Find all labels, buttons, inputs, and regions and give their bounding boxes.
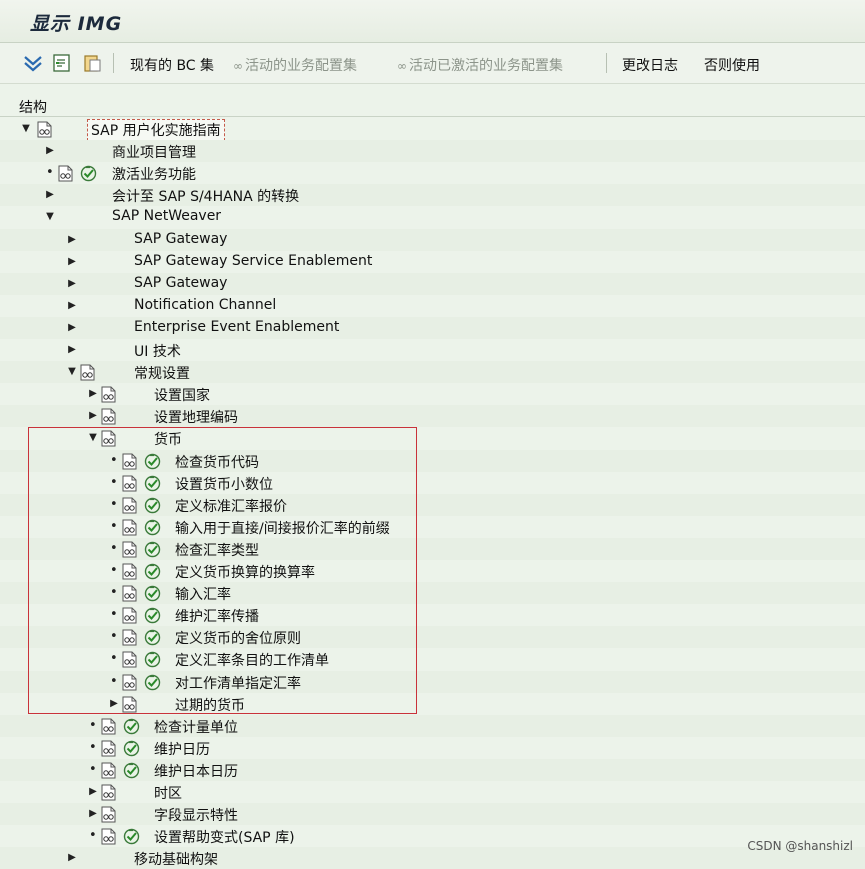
glasses-icon: ∞ <box>233 59 243 73</box>
tree-node[interactable]: ▶ 字段显示特性 <box>0 803 865 825</box>
expand-triangle-icon[interactable]: ▶ <box>87 405 99 427</box>
node-bullet: • <box>89 740 97 755</box>
tree-node[interactable]: ▶ SAP Gateway Service Enablement <box>0 251 865 273</box>
tree-node-label[interactable]: 设置国家 <box>154 385 210 405</box>
tree-node-label[interactable]: 移动基础构架 <box>134 849 218 869</box>
tree-node-label[interactable]: 激活业务功能 <box>112 164 196 184</box>
toolbar: 现有的 BC 集 ∞ 活动的业务配置集 ∞ 活动已激活的业务配置集 更改日志 否则使… <box>0 43 865 84</box>
expand-triangle-icon[interactable]: ▶ <box>44 184 56 206</box>
structure-header: 结构 <box>0 94 865 117</box>
existing-bc-sets-button[interactable]: 现有的 BC 集 <box>130 55 214 75</box>
expand-triangle-icon[interactable]: ▶ <box>66 229 78 251</box>
tree-node-label[interactable]: SAP Gateway <box>134 275 227 291</box>
documentation-icon[interactable] <box>101 828 116 845</box>
tree-node[interactable]: ▼ SAP 用户化实施指南 <box>0 118 865 141</box>
documentation-icon[interactable] <box>37 121 52 138</box>
paste-icon[interactable] <box>82 53 102 73</box>
documentation-icon[interactable] <box>101 806 116 823</box>
tree-node-label[interactable]: UI 技术 <box>134 341 181 361</box>
node-bullet: • <box>89 762 97 777</box>
structure-label: 结构 <box>19 100 47 116</box>
tree-node[interactable]: ▶ 设置地理编码 <box>0 405 865 427</box>
tree-node[interactable]: • 维护日历 <box>0 737 865 759</box>
tree-node-label[interactable]: 会计至 SAP S/4HANA 的转换 <box>112 186 299 206</box>
tree-node-label[interactable]: SAP Gateway Service Enablement <box>134 253 372 269</box>
node-bullet: • <box>89 828 97 843</box>
tree-node[interactable]: ▶ SAP Gateway <box>0 273 865 295</box>
documentation-icon[interactable] <box>101 784 116 801</box>
expand-triangle-icon[interactable]: ▶ <box>87 803 99 825</box>
tree-node-label[interactable]: 时区 <box>154 783 182 803</box>
execute-activity-icon[interactable] <box>123 740 140 757</box>
tree-node[interactable]: ▶ 设置国家 <box>0 383 865 405</box>
tree-node-label[interactable]: 设置地理编码 <box>154 407 238 427</box>
tree-node[interactable]: ▶ 时区 <box>0 781 865 803</box>
tree-node[interactable]: • 维护日本日历 <box>0 759 865 781</box>
expand-triangle-icon[interactable]: ▶ <box>66 339 78 361</box>
change-log-button[interactable]: 更改日志 <box>622 55 678 75</box>
tree-node-label[interactable]: 维护日历 <box>154 739 210 759</box>
execute-activity-icon[interactable] <box>123 762 140 779</box>
documentation-icon[interactable] <box>80 364 95 381</box>
documentation-icon[interactable] <box>101 718 116 735</box>
tree-node[interactable]: ▼ SAP NetWeaver <box>0 206 865 228</box>
expand-triangle-icon[interactable]: ▶ <box>87 383 99 405</box>
expand-triangle-icon[interactable]: ▶ <box>66 317 78 339</box>
otherwise-use-button[interactable]: 否则使用 <box>704 55 760 75</box>
tree-node[interactable]: ▼ 常规设置 <box>0 361 865 383</box>
tree-node-label[interactable]: 字段显示特性 <box>154 805 238 825</box>
expand-triangle-icon[interactable]: ▶ <box>87 781 99 803</box>
expand-triangle-icon[interactable]: ▶ <box>66 847 78 869</box>
tree-node[interactable]: ▶ 会计至 SAP S/4HANA 的转换 <box>0 184 865 206</box>
tree-node-label[interactable]: SAP 用户化实施指南 <box>87 119 225 141</box>
tree-node[interactable]: ▶ UI 技术 <box>0 339 865 361</box>
documentation-icon[interactable] <box>58 165 73 182</box>
highlight-box <box>28 427 417 714</box>
title-bar: 显示 IMG <box>0 0 865 43</box>
toolbar-separator <box>606 53 607 73</box>
tree-node-label[interactable]: 商业项目管理 <box>112 142 196 162</box>
glasses-icon: ∞ <box>397 59 407 73</box>
window-title: 显示 IMG <box>30 13 123 35</box>
tree-node[interactable]: ▶ Notification Channel <box>0 295 865 317</box>
tree-node-label[interactable]: SAP NetWeaver <box>112 208 221 224</box>
toolbar-separator <box>113 53 114 73</box>
tree-node[interactable]: ▶ 移动基础构架 <box>0 847 865 869</box>
collapse-triangle-icon[interactable]: ▼ <box>66 361 78 383</box>
active-bc-sets-button[interactable]: ∞ 活动的业务配置集 <box>233 55 357 75</box>
tree-node-label[interactable]: 维护日本日历 <box>154 761 238 781</box>
collapse-triangle-icon[interactable]: ▼ <box>44 206 56 228</box>
execute-activity-icon[interactable] <box>123 718 140 735</box>
expand-triangle-icon[interactable]: ▶ <box>66 251 78 273</box>
tree-node[interactable]: ▶ 商业项目管理 <box>0 140 865 162</box>
tree-node-label[interactable]: Notification Channel <box>134 297 276 313</box>
expand-triangle-icon[interactable]: ▶ <box>66 295 78 317</box>
tree-node[interactable]: • 检查计量单位 <box>0 715 865 737</box>
tree-node[interactable]: ▶ Enterprise Event Enablement <box>0 317 865 339</box>
tree-node[interactable]: • 设置帮助变式(SAP 库) <box>0 825 865 847</box>
documentation-icon[interactable] <box>101 408 116 425</box>
tree-node-label[interactable]: 设置帮助变式(SAP 库) <box>154 827 295 847</box>
node-bullet: • <box>89 718 97 733</box>
expand-triangle-icon[interactable]: ▶ <box>66 273 78 295</box>
node-bullet: • <box>46 165 54 180</box>
expand-triangle-icon[interactable]: ▶ <box>44 140 56 162</box>
documentation-icon[interactable] <box>101 386 116 403</box>
tree-node-label[interactable]: Enterprise Event Enablement <box>134 319 339 335</box>
execute-activity-icon[interactable] <box>123 828 140 845</box>
tree-node[interactable]: • 激活业务功能 <box>0 162 865 184</box>
collapse-triangle-icon[interactable]: ▼ <box>20 118 32 140</box>
find-in-tree-icon[interactable] <box>52 53 72 73</box>
execute-activity-icon[interactable] <box>80 165 97 182</box>
watermark: CSDN @shanshizl <box>747 839 853 853</box>
tree-node-label[interactable]: 常规设置 <box>134 363 190 383</box>
documentation-icon[interactable] <box>101 762 116 779</box>
filter-icon[interactable] <box>23 53 43 73</box>
tree-node-label[interactable]: 检查计量单位 <box>154 717 238 737</box>
documentation-icon[interactable] <box>101 740 116 757</box>
activated-bc-sets-button[interactable]: ∞ 活动已激活的业务配置集 <box>397 55 563 75</box>
tree-node-label[interactable]: SAP Gateway <box>134 231 227 247</box>
tree-node[interactable]: ▶ SAP Gateway <box>0 229 865 251</box>
